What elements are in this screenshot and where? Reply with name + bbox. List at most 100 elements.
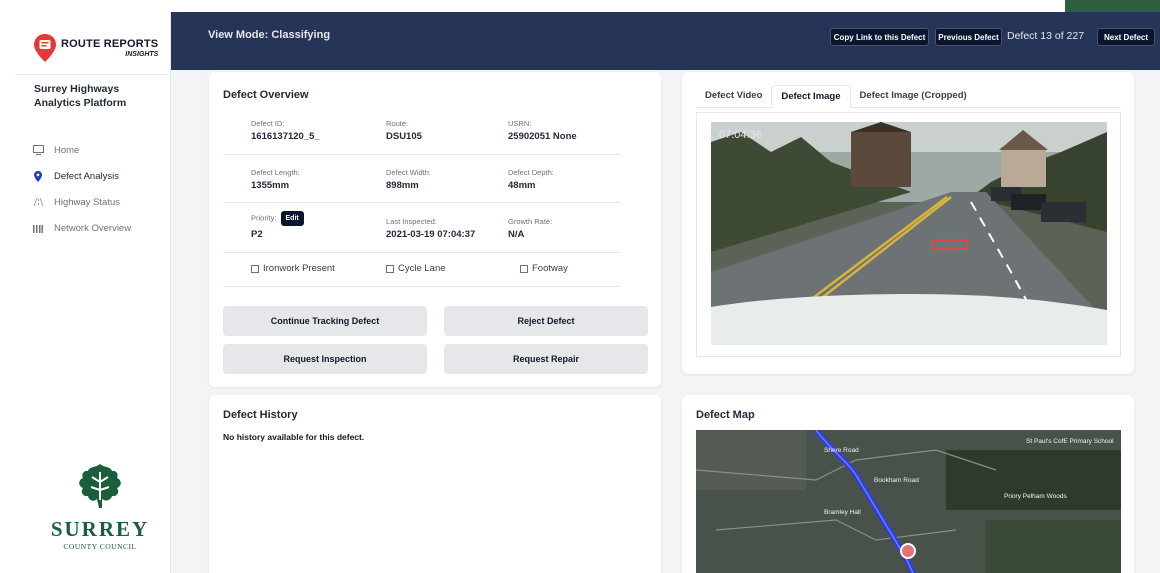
field-label: Last Inspected: xyxy=(386,217,437,226)
oak-leaf-icon xyxy=(79,464,121,508)
logo-pin-icon xyxy=(34,34,56,62)
field-label: Defect Width: xyxy=(386,168,432,177)
map-label-school: St Paul's CofE Primary School xyxy=(1026,438,1114,445)
sidebar-nav: Home Defect Analysis Highway Status Netw… xyxy=(32,137,170,241)
edit-priority-button[interactable]: Edit xyxy=(280,211,304,226)
monitor-icon xyxy=(32,144,44,156)
history-empty-message: No history available for this defect. xyxy=(223,432,365,442)
satellite-map-image: St Paul's CofE Primary School Priory Pel… xyxy=(696,430,1121,573)
defect-history-title: Defect History xyxy=(223,409,298,421)
growth-rate-field: Growth Rate: N/A xyxy=(508,217,552,240)
map-label-woods: Priory Pelham Woods xyxy=(1004,493,1067,500)
tab-defect-image-cropped[interactable]: Defect Image (Cropped) xyxy=(851,85,976,108)
defect-map-card: Defect Map St Paul's CofE Primary School… xyxy=(682,395,1134,573)
usrn-field: USRN: 25902051 None xyxy=(508,119,577,142)
main-content: Defect Overview Defect ID: 1616137120_5_… xyxy=(171,70,1160,573)
top-bar: View Mode: Classifying Copy Link to this… xyxy=(171,12,1160,70)
view-mode-label: View Mode: Classifying xyxy=(208,29,331,41)
logo-subtitle: INSIGHTS xyxy=(125,50,159,58)
tab-defect-image[interactable]: Defect Image xyxy=(771,85,851,108)
logo-title: ROUTE REPORTS xyxy=(61,37,159,50)
field-value: DSU105 xyxy=(386,131,422,142)
sidebar-item-home[interactable]: Home xyxy=(32,137,170,163)
road-icon xyxy=(32,196,44,208)
sidebar-item-label: Defect Analysis xyxy=(54,170,119,182)
row-divider xyxy=(223,286,620,287)
field-value: 898mm xyxy=(386,180,419,191)
photo-frame: 07:04:36 xyxy=(696,112,1121,357)
defect-map[interactable]: St Paul's CofE Primary School Priory Pel… xyxy=(696,430,1121,573)
council-subtitle: COUNTY COUNCIL xyxy=(63,542,137,551)
next-defect-button[interactable]: Next Defect xyxy=(1097,28,1155,46)
sidebar-item-defect-analysis[interactable]: Defect Analysis xyxy=(32,163,170,189)
field-value: 25902051 None xyxy=(508,131,577,142)
route-field: Route: DSU105 xyxy=(386,119,422,142)
priority-field: Priority: Edit P2 xyxy=(251,211,304,240)
last-inspected-field: Last Inspected: 2021-03-19 07:04:37 xyxy=(386,217,475,240)
defect-overview-card: Defect Overview Defect ID: 1616137120_5_… xyxy=(209,72,661,387)
checkbox-label: Ironwork Present xyxy=(263,263,335,274)
checkbox-box xyxy=(520,264,528,273)
priority-label: Priority: xyxy=(251,213,277,223)
map-label-shere: Shere Road xyxy=(824,447,859,454)
top-margin xyxy=(0,0,1160,12)
field-label: USRN: xyxy=(508,119,532,128)
road-scene-image: 07:04:36 xyxy=(711,122,1107,345)
continue-tracking-button[interactable]: Continue Tracking Defect xyxy=(223,306,427,336)
defect-counter: Defect 13 of 227 xyxy=(1007,30,1085,42)
field-value: 48mm xyxy=(508,180,536,191)
map-pin-icon xyxy=(32,170,44,182)
field-value: P2 xyxy=(251,229,263,240)
map-label-road: Bookham Road xyxy=(874,477,919,484)
sidebar-item-label: Highway Status xyxy=(54,196,121,208)
field-value: 1616137120_5_ xyxy=(251,131,320,142)
field-value: 2021-03-19 07:04:37 xyxy=(386,229,476,240)
checkbox-box xyxy=(251,264,259,273)
row-divider xyxy=(223,252,620,253)
copy-link-button[interactable]: Copy Link to this Defect xyxy=(830,28,929,46)
surrey-council-logo: SURREY COUNTY COUNCIL xyxy=(40,462,160,551)
route-reports-logo[interactable]: ROUTE REPORTS INSIGHTS xyxy=(34,34,158,62)
checkbox-label: Cycle Lane xyxy=(398,263,446,274)
photo-timestamp: 07:04:36 xyxy=(719,129,762,141)
cycle-lane-checkbox[interactable]: Cycle Lane xyxy=(386,263,446,274)
council-name: SURREY xyxy=(50,517,150,541)
reject-defect-button[interactable]: Reject Defect xyxy=(444,306,648,336)
platform-name: Surrey Highways Analytics Platform xyxy=(34,83,127,110)
previous-defect-button[interactable]: Previous Defect xyxy=(935,28,1002,46)
bar-grid-icon xyxy=(32,222,44,234)
corner-accent xyxy=(1065,0,1160,12)
sidebar-item-label: Home xyxy=(54,144,80,156)
defect-width-field: Defect Width: 898mm xyxy=(386,168,431,191)
logo-divider xyxy=(15,74,171,75)
sidebar: ROUTE REPORTS INSIGHTS Surrey Highways A… xyxy=(15,12,171,573)
sidebar-item-label: Network Overview xyxy=(54,222,132,234)
checkbox-box xyxy=(386,264,394,273)
app-root: ROUTE REPORTS INSIGHTS Surrey Highways A… xyxy=(0,0,1160,573)
field-label: Priority: Edit xyxy=(251,211,304,226)
defect-depth-field: Defect Depth: 48mm xyxy=(508,168,554,191)
defect-map-title: Defect Map xyxy=(696,409,755,421)
row-divider xyxy=(223,202,620,203)
defect-overview-title: Defect Overview xyxy=(223,89,309,101)
field-label: Defect ID: xyxy=(251,119,285,128)
tab-defect-video[interactable]: Defect Video xyxy=(696,85,771,108)
defect-length-field: Defect Length: 1355mm xyxy=(251,168,300,191)
ironwork-checkbox[interactable]: Ironwork Present xyxy=(251,263,335,274)
field-value: 1355mm xyxy=(251,180,290,191)
sidebar-item-highway-status[interactable]: Highway Status xyxy=(32,189,170,215)
field-label: Growth Rate: xyxy=(508,217,553,226)
sidebar-item-network-overview[interactable]: Network Overview xyxy=(32,215,170,241)
defect-location-marker[interactable] xyxy=(900,543,916,559)
map-label-hall: Bramley Hall xyxy=(824,509,861,516)
defect-media-card: Defect Video Defect Image Defect Image (… xyxy=(682,72,1134,374)
checkbox-label: Footway xyxy=(532,263,568,274)
footway-checkbox[interactable]: Footway xyxy=(520,263,568,274)
request-inspection-button[interactable]: Request Inspection xyxy=(223,344,427,374)
row-divider xyxy=(223,154,620,155)
request-repair-button[interactable]: Request Repair xyxy=(444,344,648,374)
defect-history-card: Defect History No history available for … xyxy=(209,395,661,573)
defect-id-field: Defect ID: 1616137120_5_ xyxy=(251,119,320,142)
field-label: Defect Length: xyxy=(251,168,300,177)
field-label: Defect Depth: xyxy=(508,168,554,177)
